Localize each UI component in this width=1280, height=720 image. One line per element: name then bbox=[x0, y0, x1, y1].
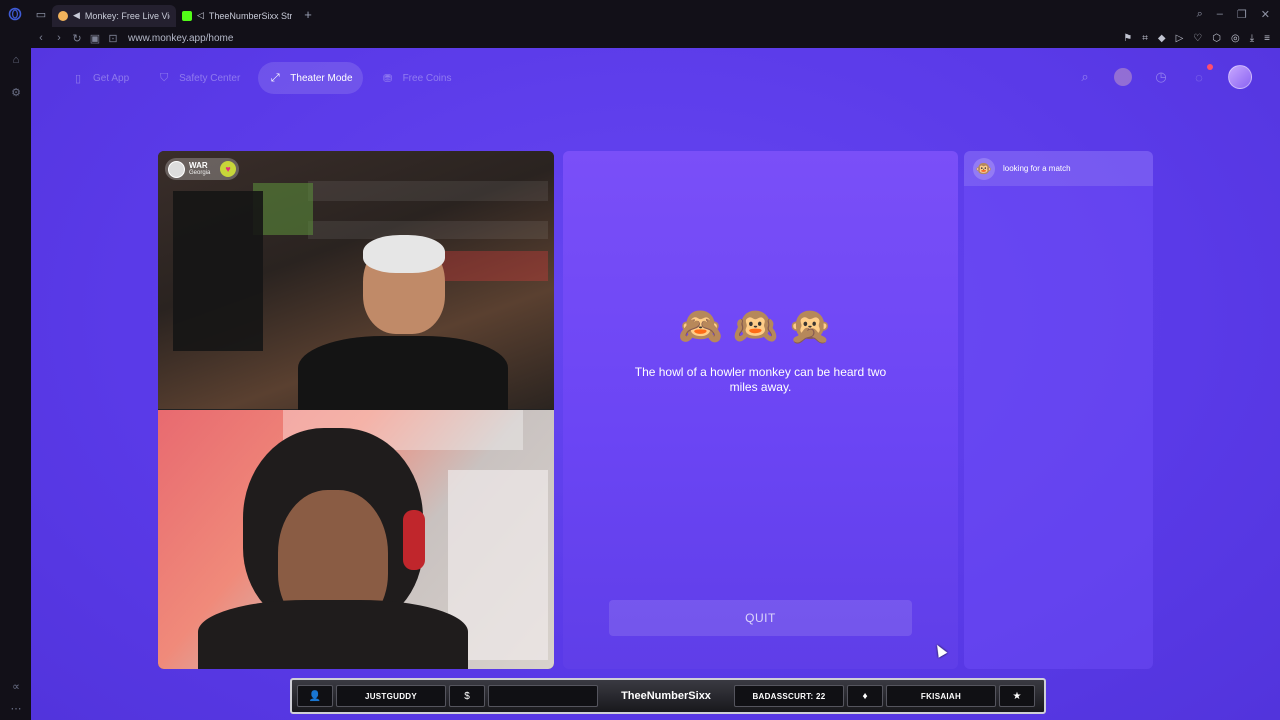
top-nav: ▯ Get App ⛉ Safety Center ⤢ Theater Mode… bbox=[61, 62, 461, 94]
notification-dot bbox=[1207, 64, 1213, 70]
expand-icon: ⤢ bbox=[270, 71, 280, 84]
camera-icon[interactable]: ▣ bbox=[86, 32, 104, 45]
shield-toolbar-icon[interactable]: ◆ bbox=[1158, 33, 1166, 44]
video-stack: WAR Georgia ♥ bbox=[158, 151, 554, 669]
star-icon: ★ bbox=[999, 685, 1035, 707]
new-tab-button[interactable]: + bbox=[298, 7, 318, 22]
person-icon: 👤 bbox=[297, 685, 333, 707]
bookmark-icon[interactable]: ⚑ bbox=[1123, 33, 1132, 44]
opera-logo-icon[interactable] bbox=[0, 0, 30, 28]
gx-icon[interactable]: ∝ bbox=[9, 680, 23, 694]
heart-icon[interactable]: ♡ bbox=[1193, 33, 1202, 44]
self-video bbox=[158, 410, 554, 669]
match-card: 🙈🙉🙊 The howl of a howler monkey can be h… bbox=[563, 151, 958, 669]
address-bar: ‹ › ↻ ▣ ⊡ www.monkey.app/home ⚑ ⌗ ◆ ▷ ♡ … bbox=[0, 28, 1280, 48]
monkey-favicon-icon bbox=[58, 10, 68, 21]
monkey-page: ▯ Get App ⛉ Safety Center ⤢ Theater Mode… bbox=[31, 48, 1280, 720]
diamond-icon: ♦ bbox=[847, 685, 883, 707]
browser-tab-bar: ▭ ◀ Monkey: Free Live Vide ◁ TheeNumberS… bbox=[0, 0, 1280, 28]
tab-kick[interactable]: ◁ TheeNumberSixx Strea bbox=[176, 5, 298, 27]
remote-video: WAR Georgia ♥ bbox=[158, 151, 554, 416]
tab-monkey[interactable]: ◀ Monkey: Free Live Vide bbox=[52, 4, 176, 27]
tab-label: TheeNumberSixx Strea bbox=[208, 10, 292, 21]
lock-icon: ⊡ bbox=[108, 32, 118, 45]
quit-button[interactable]: QUIT bbox=[609, 600, 912, 636]
browser-sidebar: ⌂ ⚙ ∝ ⋯ bbox=[0, 48, 31, 720]
latest-sub: BADASSCURT: 22 bbox=[734, 685, 844, 707]
toolbar-right: ⚑ ⌗ ◆ ▷ ♡ ⬡ ◎ ⤓ ≡ bbox=[1123, 28, 1270, 48]
settings-icon[interactable]: ⚙ bbox=[9, 86, 23, 100]
extensions-icon[interactable]: ⬡ bbox=[1212, 33, 1221, 44]
search-tabs-icon[interactable]: ⌕ bbox=[1197, 8, 1203, 21]
match-location: Georgia bbox=[189, 169, 211, 176]
three-monkeys-icon: 🙈🙉🙊 bbox=[678, 305, 843, 346]
chat-panel: 🐵 looking for a match bbox=[964, 151, 1153, 669]
latest-follower: JUSTGUDDY bbox=[336, 685, 446, 707]
like-heart-icon[interactable]: ♥ bbox=[220, 161, 236, 177]
restore-icon[interactable]: ❐ bbox=[1237, 8, 1247, 21]
match-username: WAR bbox=[189, 160, 208, 170]
match-user-chip[interactable]: WAR Georgia ♥ bbox=[165, 158, 239, 180]
streamer-name: TheeNumberSixx bbox=[621, 690, 711, 702]
match-status-text: looking for a match bbox=[1003, 164, 1071, 173]
nav-label: Theater Mode bbox=[290, 72, 353, 84]
coins-icon: ⛃ bbox=[382, 72, 393, 85]
close-icon[interactable]: ✕ bbox=[1261, 8, 1270, 21]
tab-label: Monkey: Free Live Vide bbox=[84, 10, 170, 21]
chat-icon[interactable]: ◌ bbox=[1190, 64, 1213, 86]
avatar[interactable] bbox=[1228, 65, 1252, 89]
latest-star: FKISAIAH bbox=[886, 685, 996, 707]
nav-label: Get App bbox=[93, 72, 130, 84]
search-icon[interactable]: ⌕ bbox=[1076, 68, 1094, 86]
nav-label: Free Coins bbox=[402, 72, 452, 84]
coin-icon[interactable] bbox=[1114, 68, 1132, 86]
kick-favicon-icon bbox=[182, 10, 192, 21]
download-icon[interactable]: ⤓ bbox=[1250, 33, 1254, 44]
phone-icon: ▯ bbox=[74, 72, 82, 85]
window-controls: ⌕ – ❐ ✕ bbox=[1197, 0, 1270, 28]
mute-icon[interactable]: ◁ bbox=[197, 10, 204, 21]
nav-label: Safety Center bbox=[179, 72, 241, 84]
more-icon[interactable]: ⋯ bbox=[9, 702, 23, 716]
shield-icon: ⛉ bbox=[160, 71, 169, 84]
aria-icon[interactable]: ⌂ bbox=[9, 54, 23, 68]
latest-donation bbox=[488, 685, 598, 707]
back-icon[interactable]: ‹ bbox=[32, 32, 50, 44]
workspaces-icon[interactable]: ▭ bbox=[30, 0, 52, 28]
forward-icon[interactable]: › bbox=[50, 32, 68, 44]
monkey-fact: The howl of a howler monkey can be heard… bbox=[634, 365, 887, 394]
dollar-icon: $ bbox=[449, 685, 485, 707]
speaker-icon[interactable]: ◀ bbox=[73, 10, 80, 21]
reload-icon[interactable]: ↻ bbox=[68, 32, 86, 45]
minimize-icon[interactable]: – bbox=[1217, 8, 1223, 20]
menu-icon[interactable]: ≡ bbox=[1264, 33, 1270, 44]
nav-free-coins[interactable]: ⛃ Free Coins bbox=[371, 62, 462, 94]
match-avatar bbox=[168, 160, 185, 178]
url-text[interactable]: www.monkey.app/home bbox=[128, 33, 233, 44]
snapshot-icon[interactable]: ⌗ bbox=[1142, 33, 1148, 44]
stream-overlay-bar: 👤 JUSTGUDDY $ TheeNumberSixx BADASSCURT:… bbox=[290, 678, 1046, 714]
nav-get-app[interactable]: ▯ Get App bbox=[61, 62, 139, 94]
play-icon[interactable]: ▷ bbox=[1176, 33, 1184, 44]
monkey-icon: 🐵 bbox=[973, 157, 995, 180]
nav-safety-center[interactable]: ⛉ Safety Center bbox=[147, 62, 250, 94]
history-icon[interactable]: ◷ bbox=[1152, 68, 1170, 86]
top-right-icons: ⌕ ◷ ◌ bbox=[1076, 64, 1252, 89]
match-status-row: 🐵 looking for a match bbox=[964, 151, 1153, 186]
nav-theater-mode[interactable]: ⤢ Theater Mode bbox=[258, 62, 363, 94]
account-icon[interactable]: ◎ bbox=[1231, 33, 1240, 44]
